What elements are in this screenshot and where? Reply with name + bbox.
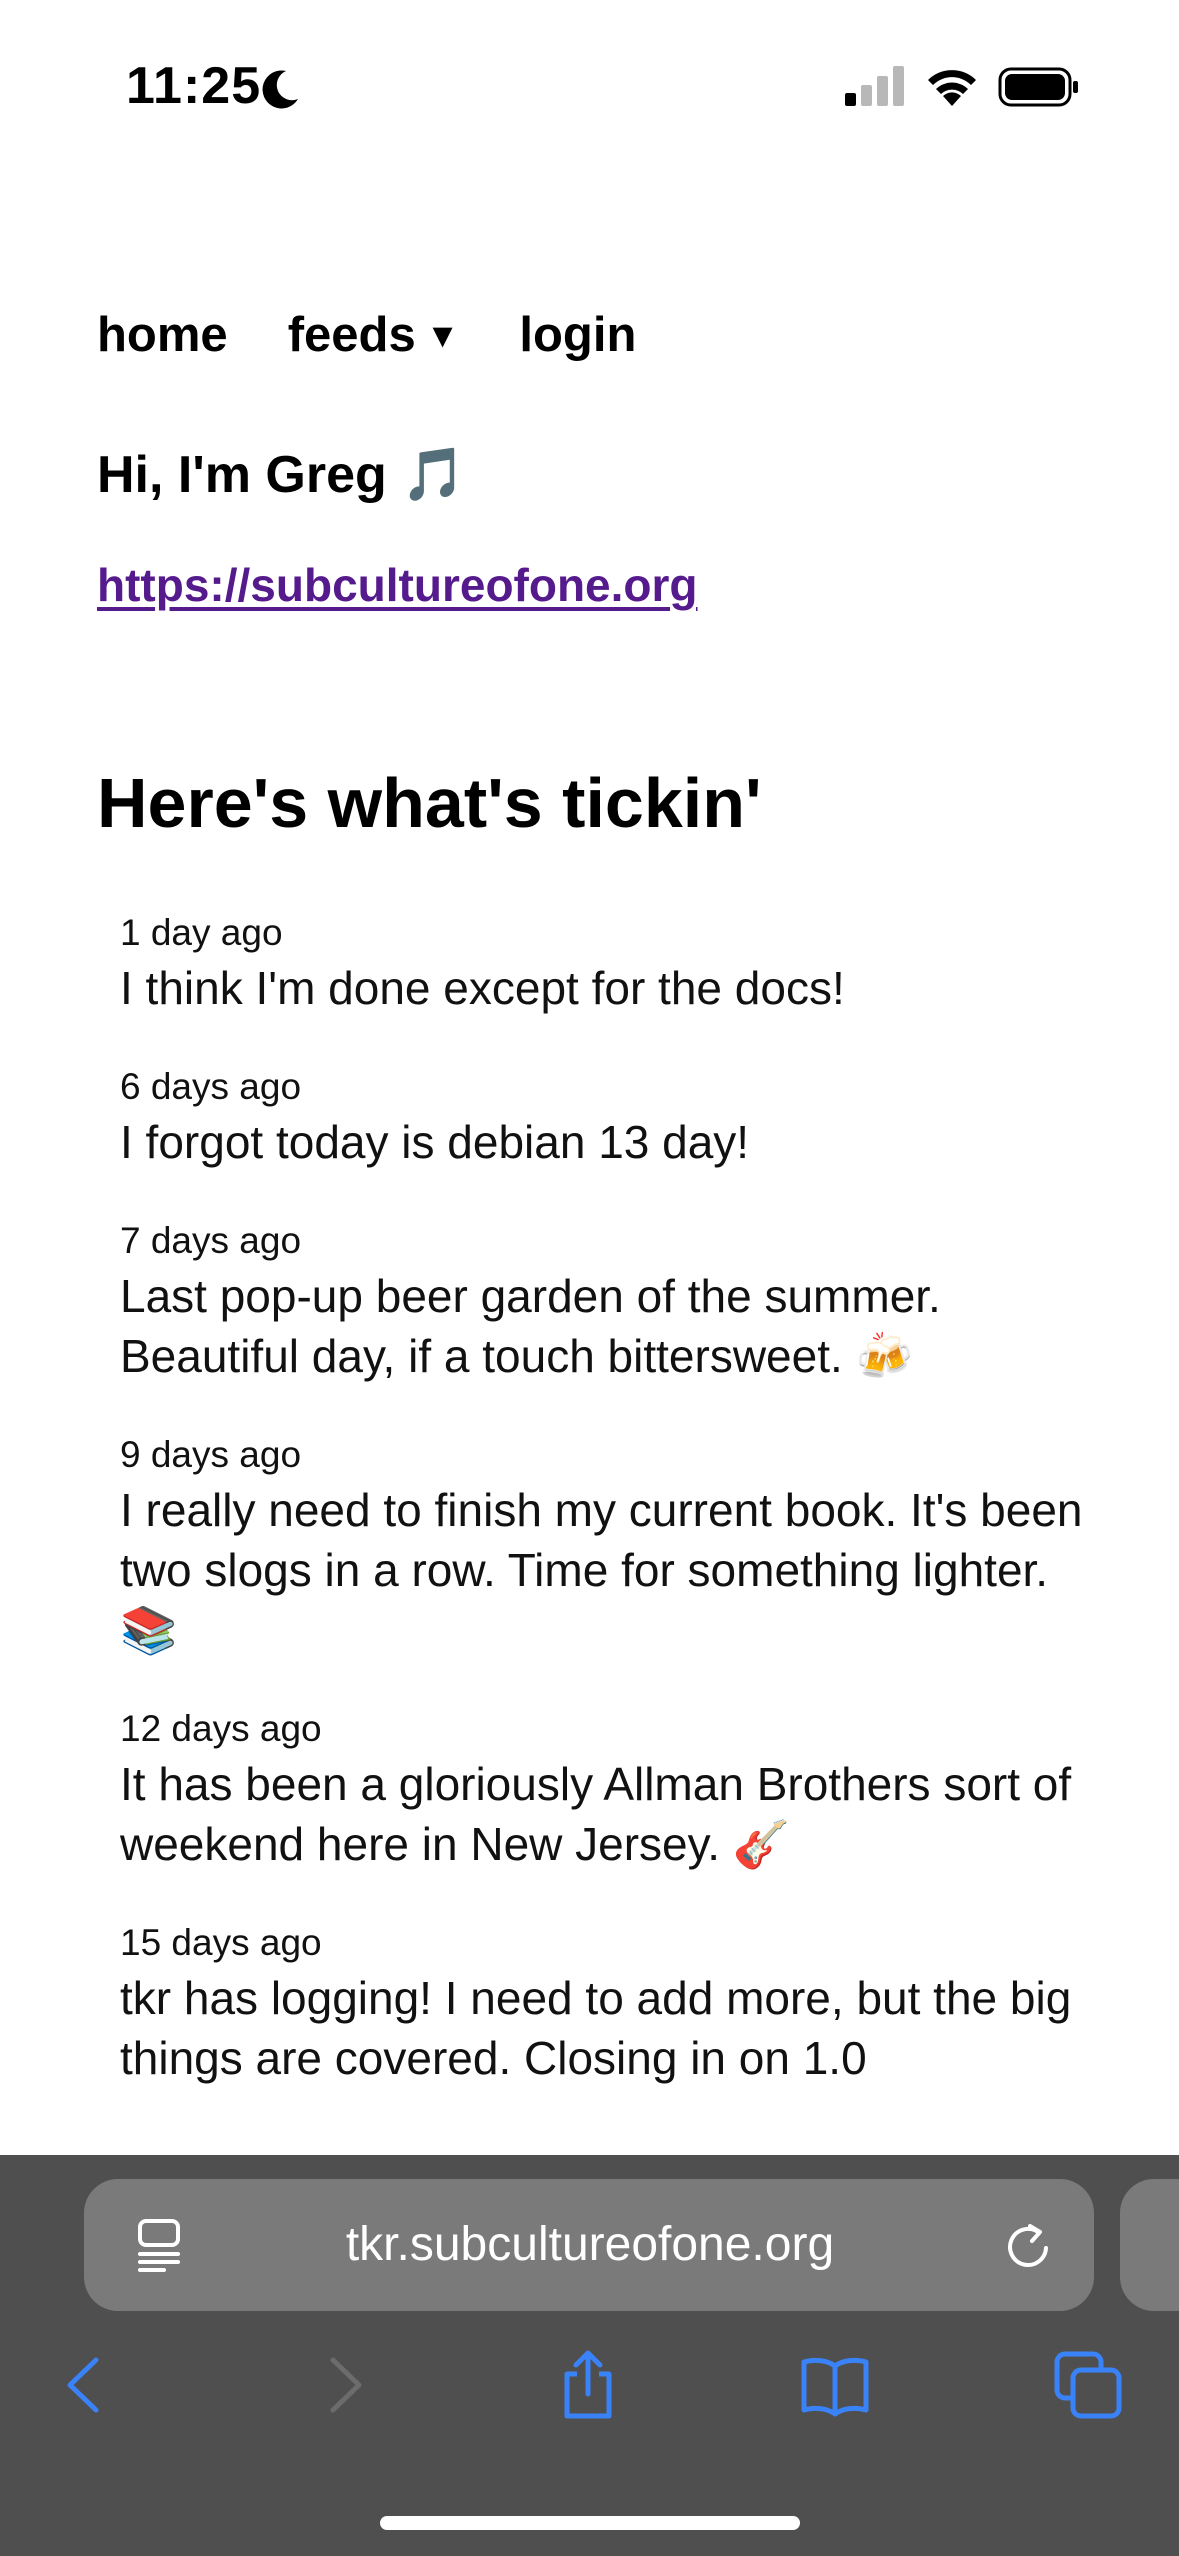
feed-item: 1 day ago I think I'm done except for th…: [120, 908, 1100, 1018]
feed-item-text: tkr has logging! I need to add more, but…: [120, 1972, 1072, 2084]
home-indicator[interactable]: [380, 2516, 800, 2530]
feed-item-text: I really need to finish my current book.…: [120, 1484, 1083, 1656]
section-title: Here's what's tickin': [97, 764, 762, 842]
feed-item-time: 15 days ago: [120, 1922, 322, 1963]
feed-item: 9 days ago I really need to finish my cu…: [120, 1430, 1100, 1660]
wifi-icon: [928, 70, 976, 106]
address-bar-url[interactable]: tkr.subcultureofone.org: [200, 2215, 980, 2275]
site-nav: home feeds ▼ login: [97, 300, 696, 370]
feed-item-text: I forgot today is debian 13 day!: [120, 1116, 750, 1168]
tick-feed: 1 day ago I think I'm done except for th…: [120, 908, 1100, 2153]
moon-icon: [262, 70, 298, 109]
feed-item: 15 days ago tkr has logging! I need to a…: [120, 1918, 1100, 2088]
back-icon[interactable]: [52, 2350, 122, 2420]
signal-icon: [845, 66, 904, 106]
feed-item-time: 6 days ago: [120, 1066, 302, 1107]
feed-item: 6 days ago I forgot today is debian 13 d…: [120, 1062, 1100, 1172]
feed-item-text: Last pop-up beer garden of the summer. B…: [120, 1270, 941, 1382]
nav-home-link[interactable]: home: [97, 307, 228, 363]
status-bar: 11:25: [0, 0, 1179, 170]
feed-item-time: 1 day ago: [120, 912, 283, 953]
share-icon[interactable]: [553, 2350, 623, 2420]
feed-item-time: 9 days ago: [120, 1434, 302, 1475]
feed-item: 7 days ago Last pop-up beer garden of th…: [120, 1216, 1100, 1386]
bookmarks-icon[interactable]: [800, 2350, 870, 2420]
reader-icon[interactable]: [134, 2218, 184, 2272]
nav-feeds-label: feeds: [287, 308, 416, 362]
reload-icon[interactable]: [1003, 2220, 1053, 2272]
caret-down-icon: ▼: [425, 317, 460, 355]
profile-website-link[interactable]: https://subcultureofone.org: [97, 555, 698, 615]
nav-login-link[interactable]: login: [519, 307, 636, 363]
battery-icon: [998, 67, 1078, 107]
feed-item: 12 days ago It has been a gloriously All…: [120, 1704, 1100, 1874]
feed-item-text: I think I'm done except for the docs!: [120, 962, 845, 1014]
status-time: 11:25: [126, 57, 262, 115]
profile-greeting: Hi, I'm Greg 🎵: [97, 446, 466, 504]
forward-icon[interactable]: [307, 2350, 377, 2420]
nav-feeds-dropdown[interactable]: feeds ▼: [288, 307, 460, 363]
next-tab-preview[interactable]: [1120, 2179, 1179, 2311]
tabs-icon[interactable]: [1053, 2350, 1123, 2420]
feed-item-text: It has been a gloriously Allman Brothers…: [120, 1758, 1072, 1870]
feed-item-time: 7 days ago: [120, 1220, 302, 1261]
feed-item-time: 12 days ago: [120, 1708, 322, 1749]
